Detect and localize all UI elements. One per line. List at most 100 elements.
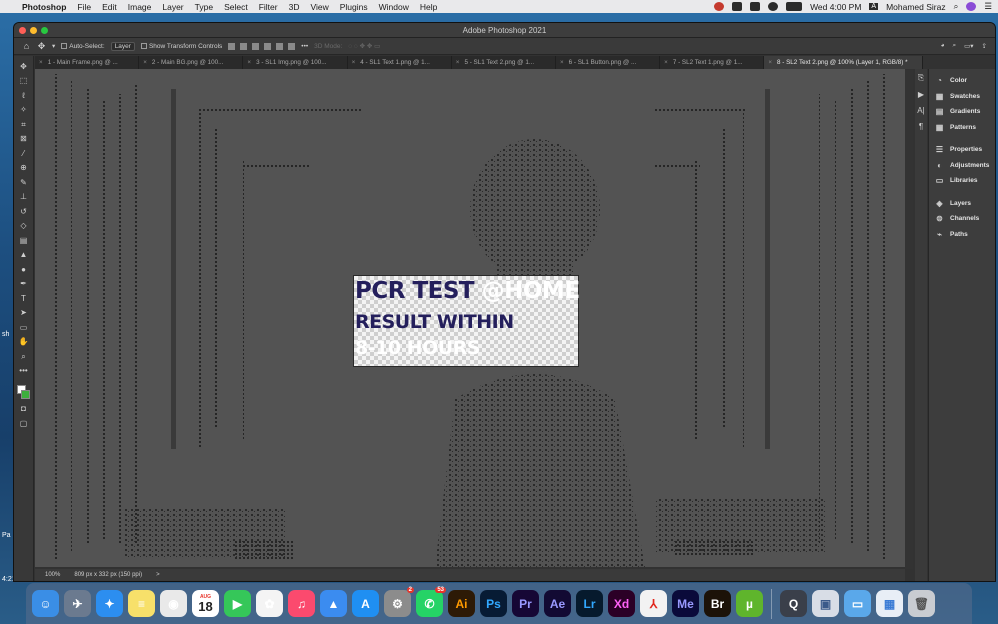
close-tab-icon[interactable]: × bbox=[247, 59, 251, 66]
tab-document-1[interactable]: × 1 - Main Frame.png @ ... bbox=[35, 56, 140, 69]
tab-document-4[interactable]: × 4 - SL1 Text 1.png @ 1... bbox=[348, 56, 452, 69]
tab-document-5[interactable]: × 5 - SL1 Text 2.png @ 1... bbox=[452, 56, 556, 69]
dock-after-effects-icon[interactable]: Ae bbox=[544, 590, 571, 617]
menu-window[interactable]: Window bbox=[379, 2, 409, 12]
user-profile-icon[interactable]: ◕ bbox=[941, 42, 945, 50]
menu-select[interactable]: Select bbox=[224, 2, 248, 12]
search-icon[interactable]: ⌕ bbox=[954, 1, 959, 12]
align-top-icon[interactable] bbox=[264, 42, 272, 50]
quick-mask-icon[interactable]: ◘ bbox=[19, 405, 29, 414]
zoom-window-button[interactable] bbox=[41, 27, 48, 34]
actions-panel-icon[interactable]: ▶ bbox=[918, 90, 924, 99]
align-center-icon[interactable] bbox=[240, 42, 248, 50]
tab-document-6[interactable]: × 6 - SL1 Button.png @ ... bbox=[556, 56, 661, 69]
dock-illustrator-icon[interactable]: Ai bbox=[448, 590, 475, 617]
window-titlebar[interactable]: Adobe Photoshop 2021 bbox=[14, 23, 995, 38]
clock[interactable]: Wed 4:00 PM bbox=[810, 2, 861, 12]
panel-paths[interactable]: ⌁ Paths bbox=[929, 227, 995, 243]
dock-facetime-icon[interactable]: ▶ bbox=[224, 590, 251, 617]
history-panel-icon[interactable]: ⎘ bbox=[918, 73, 924, 83]
close-tab-icon[interactable]: × bbox=[39, 59, 43, 66]
healing-brush-icon[interactable]: ⊕ bbox=[19, 164, 29, 173]
align-left-icon[interactable] bbox=[228, 42, 236, 50]
dock-app-store-icon[interactable]: A bbox=[352, 590, 379, 617]
lasso-tool-icon[interactable]: ℓ bbox=[19, 91, 29, 100]
dock-photoshop-icon[interactable]: Ps bbox=[480, 590, 507, 617]
frame-tool-icon[interactable]: ⊠ bbox=[19, 135, 29, 144]
align-middle-icon[interactable] bbox=[276, 42, 284, 50]
dock-system-preferences-icon[interactable]: ⚙ 2 bbox=[384, 587, 414, 617]
screen-mode-icon[interactable]: ▢ bbox=[19, 419, 29, 428]
creative-cloud-icon[interactable] bbox=[714, 2, 725, 11]
dock-trash-icon[interactable]: 🗑 bbox=[908, 590, 935, 617]
background-color-swatch[interactable] bbox=[20, 390, 30, 399]
dock-keynote-icon[interactable]: ▲ bbox=[320, 590, 347, 617]
eraser-icon[interactable]: ◇ bbox=[19, 222, 29, 231]
close-tab-icon[interactable]: × bbox=[143, 59, 147, 66]
home-icon[interactable]: ⌂ bbox=[22, 41, 31, 51]
dock-downloads-icon[interactable]: ▦ bbox=[876, 590, 903, 617]
panel-adjustments[interactable]: ◐ Adjustments bbox=[929, 158, 995, 174]
dock-premiere-icon[interactable]: Pr bbox=[512, 590, 539, 617]
align-bottom-icon[interactable] bbox=[288, 42, 296, 50]
battery-icon[interactable] bbox=[786, 2, 803, 11]
menu-filter[interactable]: Filter bbox=[259, 2, 278, 12]
close-window-button[interactable] bbox=[19, 27, 26, 34]
panel-libraries[interactable]: ▭ Libraries bbox=[929, 173, 995, 189]
dodge-tool-icon[interactable]: ● bbox=[19, 265, 29, 274]
dock-acrobat-icon[interactable]: ⅄ bbox=[640, 590, 667, 617]
dock-folder-icon[interactable]: ▭ bbox=[844, 590, 871, 617]
panel-layers[interactable]: ◈ Layers bbox=[929, 196, 995, 212]
panel-color[interactable]: ◔ Color bbox=[929, 73, 995, 89]
dock-chrome-icon[interactable]: ◉ bbox=[160, 590, 187, 617]
dock-media-encoder-icon[interactable]: Me bbox=[672, 590, 699, 617]
screen-mirroring-icon[interactable] bbox=[750, 2, 761, 11]
show-transform-checkbox[interactable]: Show Transform Controls bbox=[140, 43, 222, 50]
magic-wand-icon[interactable]: ✧ bbox=[19, 106, 29, 115]
path-selection-icon[interactable]: ➤ bbox=[19, 309, 29, 318]
move-tool-icon[interactable]: ✥ bbox=[19, 62, 29, 71]
menu-help[interactable]: Help bbox=[420, 2, 437, 12]
tab-document-2[interactable]: × 2 - Main BG.png @ 100... bbox=[139, 56, 244, 69]
tool-preset-dropdown[interactable]: ▾ bbox=[52, 42, 55, 50]
marquee-tool-icon[interactable]: ⬚ bbox=[19, 77, 29, 86]
move-tool-preset-icon[interactable]: ✥ bbox=[37, 41, 46, 51]
more-options-icon[interactable]: ••• bbox=[301, 43, 308, 50]
panel-gradients[interactable]: ▤ Gradients bbox=[929, 104, 995, 120]
menu-image[interactable]: Image bbox=[128, 2, 152, 12]
app-menu[interactable]: Photoshop bbox=[22, 2, 66, 12]
panel-properties[interactable]: ☰ Properties bbox=[929, 142, 995, 158]
close-tab-icon[interactable]: × bbox=[664, 59, 668, 66]
paragraph-panel-icon[interactable]: ¶ bbox=[919, 122, 923, 131]
eyedropper-icon[interactable]: ⁄ bbox=[19, 149, 29, 158]
blur-tool-icon[interactable]: ▲ bbox=[19, 251, 29, 260]
dock-xd-icon[interactable]: Xd bbox=[608, 590, 635, 617]
status-menu-arrow[interactable]: > bbox=[156, 572, 160, 578]
menu-file[interactable]: File bbox=[77, 2, 91, 12]
search-icon[interactable]: ⌕ bbox=[953, 42, 957, 50]
type-tool-icon[interactable]: T bbox=[19, 294, 29, 303]
dock-launchpad-icon[interactable]: ✈ bbox=[64, 590, 91, 617]
wifi-icon[interactable] bbox=[768, 2, 779, 11]
dock-utorrent-icon[interactable]: µ bbox=[736, 590, 763, 617]
input-source-icon[interactable]: A bbox=[869, 3, 879, 10]
canvas-vertical-scrollbar[interactable] bbox=[905, 69, 913, 569]
dock-whatsapp-icon[interactable]: ✆ 53 bbox=[416, 587, 446, 617]
canvas-area[interactable]: PCR TEST @HOME RESULT WITHIN 8-10 HOURS bbox=[35, 69, 905, 567]
rectangle-tool-icon[interactable]: ▭ bbox=[19, 323, 29, 332]
dock-finder-icon[interactable]: ☺ bbox=[32, 590, 59, 617]
auto-select-target-dropdown[interactable]: Layer bbox=[110, 41, 135, 51]
dock-quicktime-icon[interactable]: Q bbox=[780, 590, 807, 617]
user-name[interactable]: Mohamed Siraz bbox=[886, 2, 946, 12]
dock-bridge-icon[interactable]: Br bbox=[704, 590, 731, 617]
gradient-tool-icon[interactable]: ▤ bbox=[19, 236, 29, 245]
menu-layer[interactable]: Layer bbox=[162, 2, 183, 12]
minimize-window-button[interactable] bbox=[30, 27, 37, 34]
close-tab-icon[interactable]: × bbox=[768, 59, 772, 66]
edit-toolbar-icon[interactable]: ••• bbox=[19, 367, 29, 376]
clone-stamp-icon[interactable]: ⊥ bbox=[19, 193, 29, 202]
menu-type[interactable]: Type bbox=[195, 2, 213, 12]
dock-preview-icon[interactable]: ▣ bbox=[812, 590, 839, 617]
3d-orbit-icon[interactable]: ◌ ◌ ✥ ✥ ▭ bbox=[348, 42, 380, 50]
auto-select-checkbox[interactable]: Auto-Select: bbox=[61, 43, 105, 50]
